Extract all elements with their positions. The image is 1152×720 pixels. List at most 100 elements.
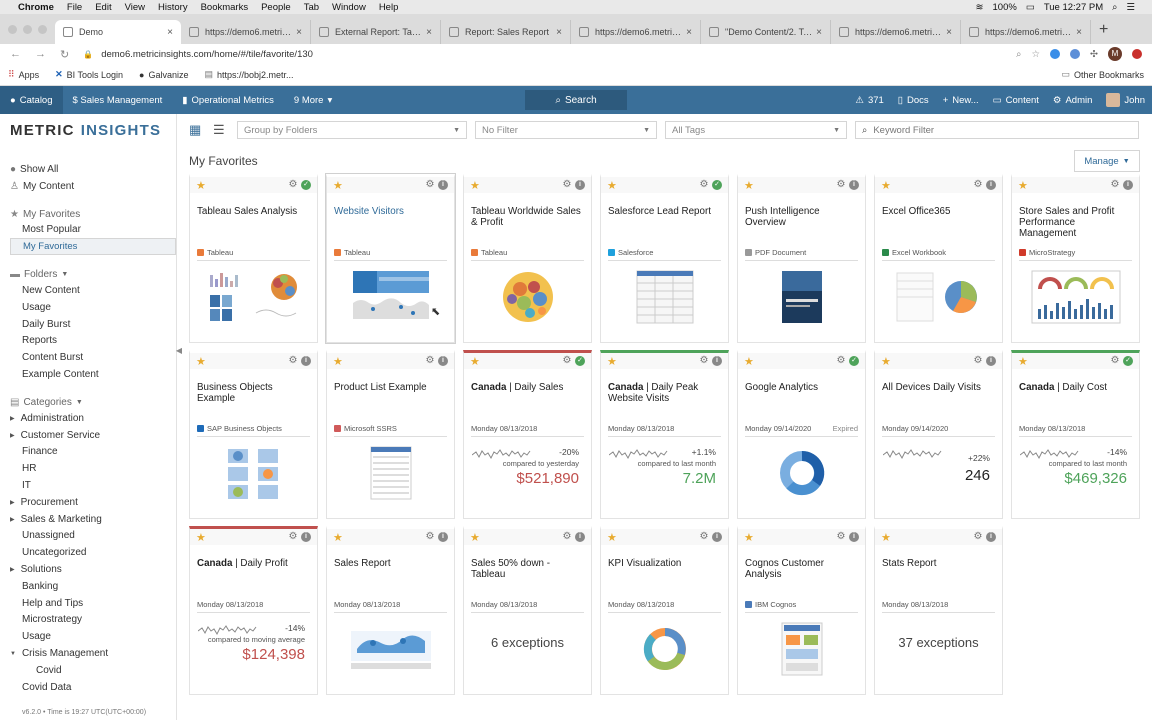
tile-card[interactable]: ★ ⚙ i Cognos Customer Analysis IBM Cognos: [737, 526, 866, 695]
favorite-star-icon[interactable]: ★: [607, 531, 617, 544]
check-circle-icon[interactable]: ✓: [849, 356, 859, 366]
tags-select[interactable]: All Tags ▼: [665, 121, 847, 139]
tile-card[interactable]: ★ ⚙ i Push Intelligence Overview PDF Documen…: [737, 174, 866, 343]
clock[interactable]: Tue 12:27 PM: [1044, 2, 1103, 13]
close-tab-icon[interactable]: ×: [296, 27, 302, 38]
close-tab-icon[interactable]: ×: [556, 27, 562, 38]
info-icon[interactable]: i: [986, 356, 996, 366]
tile-title[interactable]: Website Visitors: [327, 206, 454, 242]
sidebar-folder-item[interactable]: Reports: [10, 333, 176, 350]
info-icon[interactable]: i: [301, 356, 311, 366]
tile-title[interactable]: Cognos Customer Analysis: [738, 558, 865, 594]
tile-card[interactable]: ★ ⚙ i Tableau Worldwide Sales & Profit Table…: [463, 174, 592, 343]
info-icon[interactable]: i: [712, 356, 722, 366]
categories-header[interactable]: ▤ Categories ▼: [10, 397, 176, 408]
sidebar-category-item[interactable]: IT: [10, 477, 176, 494]
extension-icon[interactable]: [1050, 49, 1061, 59]
gear-icon[interactable]: ⚙: [699, 180, 709, 190]
browser-tab[interactable]: https://demo6.metricins... ×: [961, 20, 1091, 44]
favorite-star-icon[interactable]: ★: [607, 179, 617, 192]
gear-icon[interactable]: ⚙: [973, 356, 983, 366]
info-icon[interactable]: i: [849, 180, 859, 190]
sidebar-category-item[interactable]: Covid: [10, 662, 176, 679]
menu-file[interactable]: File: [67, 2, 82, 13]
info-icon[interactable]: i: [986, 532, 996, 542]
favorite-star-icon[interactable]: ★: [196, 531, 206, 544]
group-by-select[interactable]: Group by Folders ▼: [237, 121, 467, 139]
maximize-window-button[interactable]: [38, 25, 47, 34]
search-button[interactable]: ⌕ Search: [525, 90, 627, 110]
gear-icon[interactable]: ⚙: [836, 356, 846, 366]
gear-icon[interactable]: ⚙: [562, 356, 572, 366]
gear-icon[interactable]: ⚙: [425, 532, 435, 542]
battery-icon[interactable]: ▭: [1026, 2, 1035, 13]
tile-title[interactable]: KPI Visualization: [601, 558, 728, 594]
close-tab-icon[interactable]: ×: [1076, 27, 1082, 38]
browser-tab[interactable]: https://demo6.metricins... ×: [181, 20, 311, 44]
gear-icon[interactable]: ⚙: [973, 180, 983, 190]
reload-icon[interactable]: ↻: [60, 48, 69, 61]
forward-icon[interactable]: →: [35, 48, 46, 60]
sidebar-folder-item[interactable]: Content Burst: [10, 349, 176, 366]
favorite-star-icon[interactable]: ★: [744, 355, 754, 368]
menu-view[interactable]: View: [125, 2, 145, 13]
close-tab-icon[interactable]: ×: [816, 27, 822, 38]
nav-docs[interactable]: ▯ Docs: [891, 86, 936, 114]
sidebar-show-all[interactable]: ● Show All: [10, 161, 176, 178]
info-icon[interactable]: i: [575, 532, 585, 542]
tile-title[interactable]: Salesforce Lead Report: [601, 206, 728, 242]
tile-title[interactable]: Google Analytics: [738, 382, 865, 418]
favorite-star-icon[interactable]: ★: [196, 355, 206, 368]
nav-sales-management[interactable]: $ Sales Management: [63, 86, 173, 114]
gear-icon[interactable]: ⚙: [1110, 180, 1120, 190]
nav-content[interactable]: ▭ Content: [986, 86, 1046, 114]
nav-alerts[interactable]: ⚠ 371: [848, 86, 890, 114]
info-icon[interactable]: i: [986, 180, 996, 190]
tile-card[interactable]: ★ ⚙ i Product List Example Microsoft SSRS: [326, 350, 455, 519]
tile-title[interactable]: Product List Example: [327, 382, 454, 418]
info-icon[interactable]: i: [438, 356, 448, 366]
tile-card[interactable]: ★ ⚙ ✓ Canada | Daily Cost Monday 08/13/2018 -…: [1011, 350, 1140, 519]
close-tab-icon[interactable]: ×: [426, 27, 432, 38]
tile-card[interactable]: ★ ⚙ ✓ Canada | Daily Sales Monday 08/13/2018…: [463, 350, 592, 519]
info-icon[interactable]: i: [575, 180, 585, 190]
favorite-star-icon[interactable]: ★: [607, 355, 617, 368]
app-menu[interactable]: Chrome: [18, 2, 54, 13]
check-circle-icon[interactable]: ✓: [575, 356, 585, 366]
favorite-star-icon[interactable]: ★: [881, 355, 891, 368]
wifi-icon[interactable]: ≋: [976, 2, 984, 13]
tile-title[interactable]: Excel Office365: [875, 206, 1002, 242]
favorite-star-icon[interactable]: ★: [1018, 355, 1028, 368]
gear-icon[interactable]: ⚙: [699, 532, 709, 542]
gear-icon[interactable]: ⚙: [836, 532, 846, 542]
gear-icon[interactable]: ⚙: [562, 180, 572, 190]
favorite-star-icon[interactable]: ★: [470, 179, 480, 192]
sidebar-category-item[interactable]: Microstrategy: [10, 612, 176, 629]
tile-title[interactable]: Canada | Daily Peak Website Visits: [601, 382, 728, 418]
browser-tab[interactable]: Demo ×: [55, 20, 181, 44]
tile-card[interactable]: ★ ⚙ ✓ Salesforce Lead Report Salesforce: [600, 174, 729, 343]
favorites-header[interactable]: ★ My Favorites: [10, 209, 176, 220]
manage-button[interactable]: Manage ▼: [1074, 150, 1140, 172]
sidebar-my-favorites[interactable]: My Favorites: [10, 238, 176, 256]
menu-help[interactable]: Help: [379, 2, 399, 13]
sidebar-folder-item[interactable]: Usage: [10, 299, 176, 316]
favorite-star-icon[interactable]: ★: [333, 355, 343, 368]
favorite-star-icon[interactable]: ★: [196, 179, 206, 192]
close-window-button[interactable]: [8, 25, 17, 34]
tile-card[interactable]: ★ ⚙ i Excel Office365 Excel Workbook: [874, 174, 1003, 343]
info-icon[interactable]: i: [438, 180, 448, 190]
sidebar-folder-item[interactable]: Daily Burst: [10, 316, 176, 333]
close-tab-icon[interactable]: ×: [946, 27, 952, 38]
gear-icon[interactable]: ⚙: [425, 356, 435, 366]
sidebar-folder-item[interactable]: Example Content: [10, 366, 176, 383]
sidebar-category-item[interactable]: Sales & Marketing: [10, 511, 176, 528]
tile-card[interactable]: ★ ⚙ i All Devices Daily Visits Monday 09/14/…: [874, 350, 1003, 519]
browser-tab[interactable]: External Report: Tableau...×: [311, 20, 441, 44]
nav-new[interactable]: + New...: [936, 86, 986, 114]
gear-icon[interactable]: ⚙: [1110, 356, 1120, 366]
check-circle-icon[interactable]: ✓: [1123, 356, 1133, 366]
tile-title[interactable]: Tableau Worldwide Sales & Profit: [464, 206, 591, 242]
new-tab-button[interactable]: +: [1099, 21, 1108, 39]
close-tab-icon[interactable]: ×: [167, 27, 173, 38]
